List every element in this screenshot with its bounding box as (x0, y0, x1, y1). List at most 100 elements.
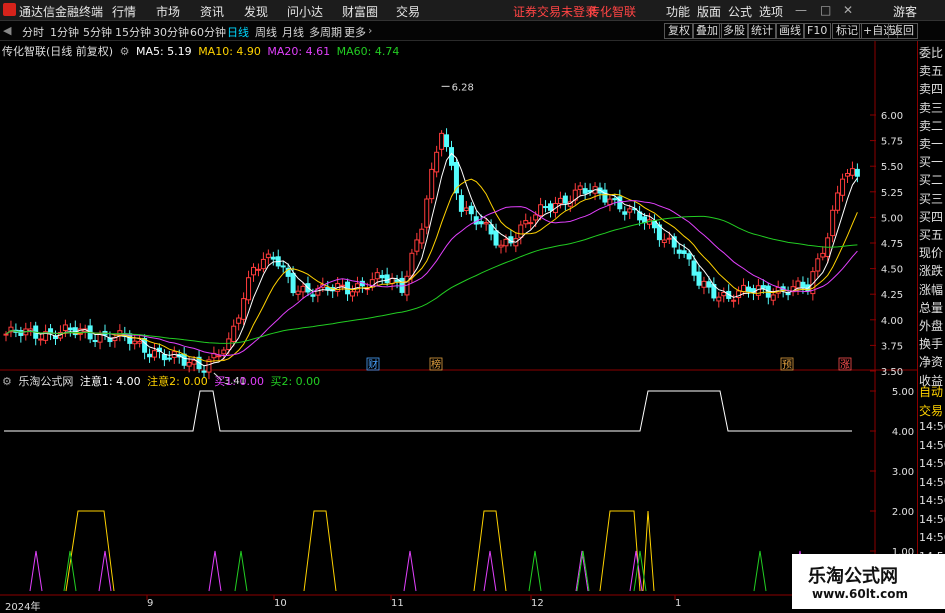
drawing-button[interactable]: 画线 (775, 23, 805, 39)
price-tick-label: 3.50 (881, 367, 903, 378)
indicator-value-3: 买1: 0.00 (214, 375, 264, 388)
candle-down (384, 274, 390, 284)
menu-trade[interactable]: 交易 (396, 3, 420, 20)
period-tick[interactable]: 分时 (22, 24, 44, 40)
side-quote-label: 买四 (919, 209, 944, 224)
candle-down (449, 147, 454, 166)
candle-up (374, 272, 380, 280)
back-button[interactable]: 返回 (888, 23, 918, 39)
settings-gear-icon[interactable]: ⚙ (120, 45, 130, 58)
period-more[interactable]: 更多 (344, 24, 366, 40)
menu-news[interactable]: 资讯 (200, 3, 224, 20)
candle-down (706, 281, 712, 288)
kline-chart[interactable]: 6.00 5.75 5.50 5.25 5.00 4.75 4.50 4.25 4.00 3.75… (0, 41, 917, 609)
candle-up (721, 291, 727, 297)
signal-yellow (303, 510, 337, 592)
price-tick-label: 4.00 (881, 316, 903, 327)
candle-up (255, 268, 261, 271)
date-axis-label: 11 (391, 598, 404, 609)
event-badge-label: 榜 (431, 358, 441, 371)
menu-discover[interactable]: 发现 (244, 3, 268, 20)
menu-ask-xiaoda[interactable]: 问小达 (287, 3, 323, 20)
minimize-icon[interactable]: — (795, 3, 807, 17)
candle-up (226, 338, 232, 351)
signal-white-line (4, 390, 852, 432)
maximize-icon[interactable]: □ (820, 3, 831, 17)
period-multi[interactable]: 多周期 (309, 24, 342, 40)
menu-quotes[interactable]: 行情 (112, 3, 136, 20)
price-tick-label: 4.50 (881, 265, 903, 276)
menu-market[interactable]: 市场 (156, 3, 180, 20)
candle-down (691, 260, 697, 276)
candle-up (152, 350, 157, 358)
period-30min[interactable]: 30分钟 (153, 24, 189, 40)
candle-down (270, 256, 276, 260)
candle-down (290, 272, 296, 294)
side-quote-label: 现价 (919, 246, 944, 261)
candle-up (434, 151, 440, 173)
candle-up (627, 208, 633, 213)
period-5min[interactable]: 5分钟 (83, 24, 112, 40)
auto-trade-label: 自动 (919, 385, 944, 399)
candle-up (137, 341, 143, 344)
indicator-value-2: 注意2: 0.00 (147, 375, 208, 388)
candle-down (92, 340, 98, 343)
period-weekly[interactable]: 周线 (255, 24, 277, 40)
candle-up (820, 252, 826, 258)
period-monthly[interactable]: 月线 (282, 24, 304, 40)
close-icon[interactable]: ✕ (843, 3, 853, 17)
date-axis-label: 10 (274, 598, 287, 609)
candle-down (686, 253, 692, 260)
side-quote-label: 卖一 (919, 137, 944, 151)
signal-magenta (403, 550, 417, 592)
candle-up (241, 298, 247, 320)
watermark: 乐淘公式网 www.60lt.com (792, 554, 945, 609)
period-1min[interactable]: 1分钟 (50, 24, 79, 40)
ma20-value: MA20: 4.61 (267, 45, 331, 58)
toolbar-arrow-icon[interactable]: ◀ (3, 24, 11, 37)
chevron-right-icon[interactable]: › (368, 24, 372, 37)
ma10-value: MA10: 4.90 (198, 45, 261, 58)
period-60min[interactable]: 60分钟 (190, 24, 226, 40)
price-tick-label: 5.25 (881, 188, 903, 199)
candle-down (18, 330, 24, 336)
candle-down (622, 211, 628, 215)
candle-up (216, 355, 222, 358)
candle-down (181, 353, 187, 366)
menu-wealth-circle[interactable]: 财富圈 (342, 3, 378, 20)
overlay-button[interactable]: 叠加 (692, 23, 722, 39)
indicator-tick-label: 4.00 (892, 427, 914, 438)
mark-button[interactable]: 标记 (832, 23, 862, 39)
app-title: 通达信金融终端 (19, 5, 104, 19)
candle-up (251, 266, 256, 276)
menu-formula[interactable]: 公式 (728, 3, 752, 20)
signal-magenta (29, 550, 43, 592)
indicator-settings-icon[interactable]: ⚙ (2, 375, 12, 388)
indicator-title: 乐淘公式网 (18, 375, 74, 388)
candle-up (815, 258, 821, 272)
period-daily[interactable]: 日线 (227, 24, 249, 40)
multi-stock-button[interactable]: 多股 (719, 23, 749, 39)
ma5-value: MA5: 5.19 (135, 45, 192, 58)
f10-button[interactable]: F10 (803, 23, 832, 39)
signal-yellow (65, 510, 115, 592)
side-quote-label: 外盘 (919, 319, 944, 333)
period-15min[interactable]: 15分钟 (115, 24, 151, 40)
guest-account[interactable]: 游客 (893, 3, 917, 20)
auto-trade-label: 交易 (919, 403, 944, 418)
trade-time: 14:56 (919, 457, 945, 470)
menu-function[interactable]: 功能 (666, 3, 690, 20)
restore-rights-button[interactable]: 复权 (664, 23, 694, 39)
candle-up (186, 362, 192, 367)
indicator-value-1: 注意1: 4.00 (79, 375, 141, 388)
menu-layout[interactable]: 版面 (697, 3, 721, 20)
menu-options[interactable]: 选项 (759, 3, 783, 20)
signal-magenta (629, 550, 643, 592)
login-warning[interactable]: 证券交易未登录 (513, 3, 597, 20)
watermark-title: 乐淘公式网 (808, 566, 898, 587)
candle-up (840, 178, 846, 196)
candle-up (300, 285, 306, 293)
candle-down (147, 353, 153, 358)
statistics-button[interactable]: 统计 (747, 23, 777, 39)
ma60-line (5, 215, 858, 344)
